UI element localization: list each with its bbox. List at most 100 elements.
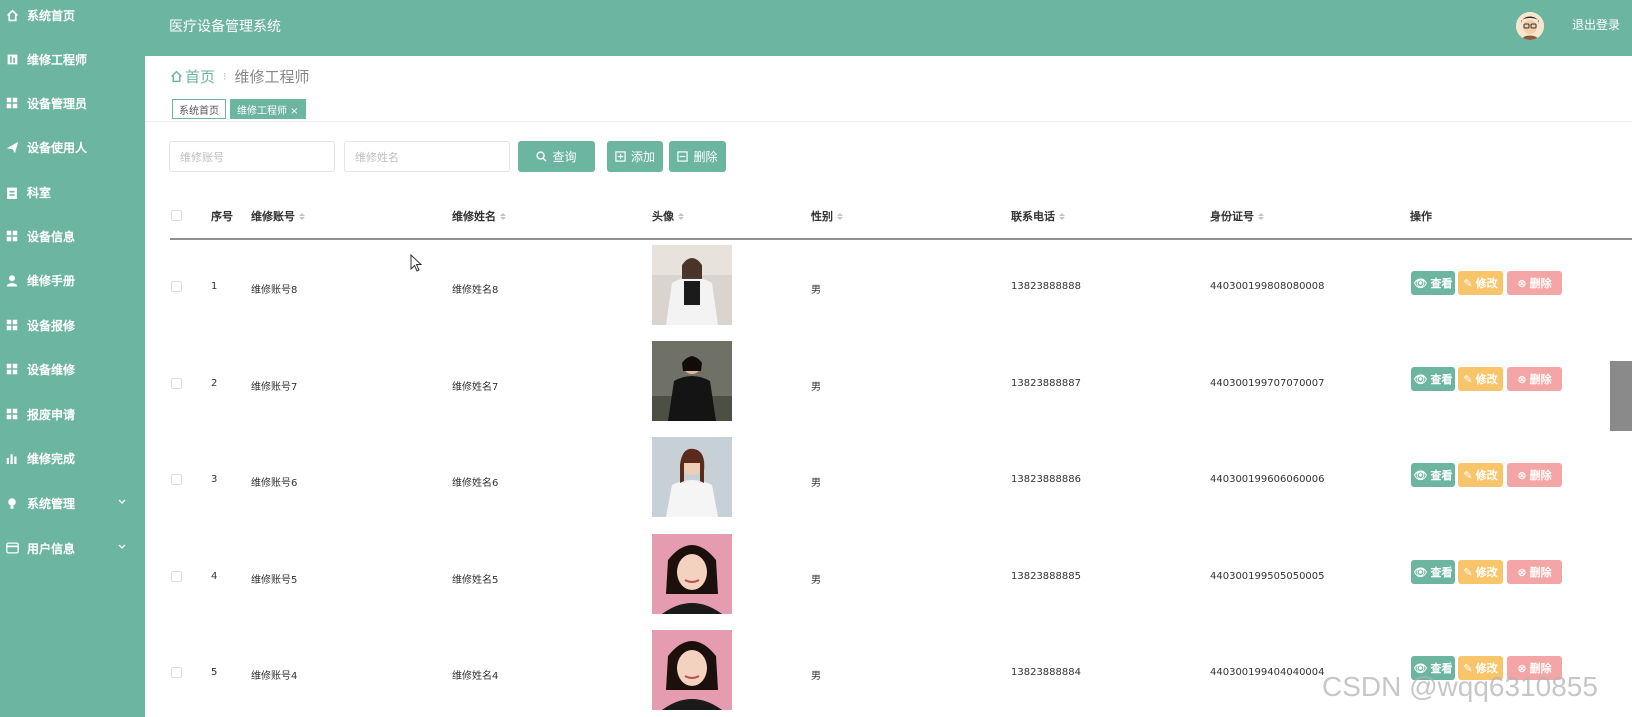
sort-icon[interactable] [1258, 212, 1264, 220]
sort-icon[interactable] [299, 212, 305, 220]
breadcrumb-separator: ⁝ [223, 70, 227, 83]
header-idcard[interactable]: 身份证号 [1210, 208, 1264, 224]
bulk-delete-button[interactable]: 删除 [669, 141, 726, 172]
logout-link[interactable]: 退出登录 [1572, 16, 1632, 33]
sort-icon[interactable] [500, 212, 506, 220]
sidebar-item-home[interactable]: 系统首页 [0, 0, 145, 30]
row-checkbox[interactable] [171, 281, 182, 292]
delete-button[interactable]: ⊗ 删除 [1507, 271, 1562, 295]
sidebar-item-manual[interactable]: 维修手册 [0, 265, 145, 295]
sidebar-item-repair-done[interactable]: 维修完成 [0, 443, 145, 473]
book-icon [5, 52, 19, 66]
card-icon [5, 541, 19, 555]
edit-icon: ✎ [1463, 372, 1473, 386]
header-action: 操作 [1410, 208, 1432, 224]
row-name: 维修姓名4 [452, 671, 499, 682]
view-button[interactable]: 👁 查看 [1411, 463, 1455, 487]
header-avatar-label: 头像 [652, 210, 674, 223]
row-name: 维修姓名5 [452, 575, 499, 586]
select-all-checkbox[interactable] [171, 210, 182, 221]
minus-square-icon [677, 151, 689, 162]
edit-label: 修改 [1475, 373, 1498, 386]
row-checkbox[interactable] [171, 571, 182, 582]
sidebar-item-device-info[interactable]: 设备信息 [0, 221, 145, 251]
header-avatar[interactable]: 头像 [652, 208, 684, 224]
sidebar-item-label: 科室 [27, 185, 52, 200]
edit-label: 修改 [1475, 566, 1498, 579]
avatar-photo[interactable] [652, 245, 732, 325]
view-button[interactable]: 👁 查看 [1411, 560, 1455, 584]
tag-home[interactable]: 系统首页 [172, 99, 226, 119]
edit-icon: ✎ [1463, 468, 1473, 482]
header-name-label: 维修姓名 [452, 210, 496, 223]
avatar-photo[interactable] [652, 341, 732, 421]
name-search-input[interactable]: 维修姓名 [344, 141, 510, 172]
row-checkbox[interactable] [171, 474, 182, 485]
row-name: 维修姓名7 [452, 382, 499, 393]
row-phone: 13823888884 [1011, 667, 1081, 678]
avatar-photo[interactable] [652, 630, 732, 710]
view-button[interactable]: 👁 查看 [1411, 367, 1455, 391]
edit-button[interactable]: ✎ 修改 [1458, 271, 1503, 295]
tab-tags: 系统首页 维修工程师 × [172, 99, 306, 119]
edit-button[interactable]: ✎ 修改 [1458, 367, 1503, 391]
sidebar-item-user-info[interactable]: 用户信息 [0, 533, 145, 563]
row-checkbox[interactable] [171, 667, 182, 678]
delete-button[interactable]: ⊗ 删除 [1507, 560, 1562, 584]
row-account: 维修账号6 [251, 478, 298, 489]
delete-button[interactable]: ⊗ 删除 [1507, 367, 1562, 391]
scrollbar-thumb[interactable] [1610, 361, 1632, 431]
add-button[interactable]: 添加 [607, 141, 663, 172]
row-idcard: 440300199808080008 [1210, 281, 1325, 292]
eye-icon: 👁 [1413, 468, 1428, 482]
header-gender[interactable]: 性别 [811, 208, 843, 224]
sort-icon[interactable] [1059, 212, 1065, 220]
row-index: 1 [211, 281, 218, 292]
account-search-input[interactable]: 维修账号 [169, 141, 335, 172]
edit-button[interactable]: ✎ 修改 [1458, 463, 1503, 487]
sort-icon[interactable] [837, 212, 843, 220]
chevron-down-icon [117, 496, 129, 508]
avatar-photo[interactable] [652, 534, 732, 614]
sidebar-item-device-user[interactable]: 设备使用人 [0, 132, 145, 162]
sidebar-item-label: 设备管理员 [27, 96, 88, 111]
edit-button[interactable]: ✎ 修改 [1458, 560, 1503, 584]
search-icon [536, 151, 548, 162]
row-phone: 13823888887 [1011, 378, 1081, 389]
delete-button[interactable]: ⊗ 删除 [1507, 463, 1562, 487]
sidebar-item-engineer[interactable]: 维修工程师 [0, 44, 145, 74]
sidebar-item-system[interactable]: 系统管理 [0, 488, 145, 518]
row-idcard: 440300199606060006 [1210, 474, 1325, 485]
header-name[interactable]: 维修姓名 [452, 208, 506, 224]
view-button[interactable]: 👁 查看 [1411, 271, 1455, 295]
eye-icon: 👁 [1413, 276, 1428, 290]
delete-label: 删除 [1529, 277, 1552, 290]
bulb-icon [5, 496, 19, 510]
row-checkbox[interactable] [171, 378, 182, 389]
view-label: 查看 [1430, 469, 1453, 482]
query-button[interactable]: 查询 [518, 141, 595, 172]
sidebar-item-scrap[interactable]: 报废申请 [0, 399, 145, 429]
header-account[interactable]: 维修账号 [251, 208, 305, 224]
row-idcard: 440300199404040004 [1210, 667, 1325, 678]
edit-label: 修改 [1475, 469, 1498, 482]
home-icon [5, 8, 19, 22]
close-circle-icon: ⊗ [1517, 565, 1527, 579]
sidebar-item-label: 维修手册 [27, 273, 76, 288]
avatar-photo[interactable] [652, 437, 732, 517]
grid-icon [5, 362, 19, 376]
tag-engineer[interactable]: 维修工程师 × [230, 99, 306, 119]
breadcrumb-home[interactable]: 首页 [170, 66, 215, 87]
header-phone[interactable]: 联系电话 [1011, 208, 1065, 224]
sort-icon[interactable] [678, 212, 684, 220]
view-label: 查看 [1430, 373, 1453, 386]
sidebar-item-repair[interactable]: 设备维修 [0, 354, 145, 384]
sidebar-item-repair-request[interactable]: 设备报修 [0, 310, 145, 340]
row-name: 维修姓名6 [452, 478, 499, 489]
avatar[interactable] [1516, 12, 1544, 40]
row-index: 5 [211, 667, 218, 678]
sidebar-item-department[interactable]: 科室 [0, 177, 145, 207]
grid-icon [5, 96, 19, 110]
sidebar-item-device-admin[interactable]: 设备管理员 [0, 88, 145, 118]
user-icon [5, 273, 19, 287]
